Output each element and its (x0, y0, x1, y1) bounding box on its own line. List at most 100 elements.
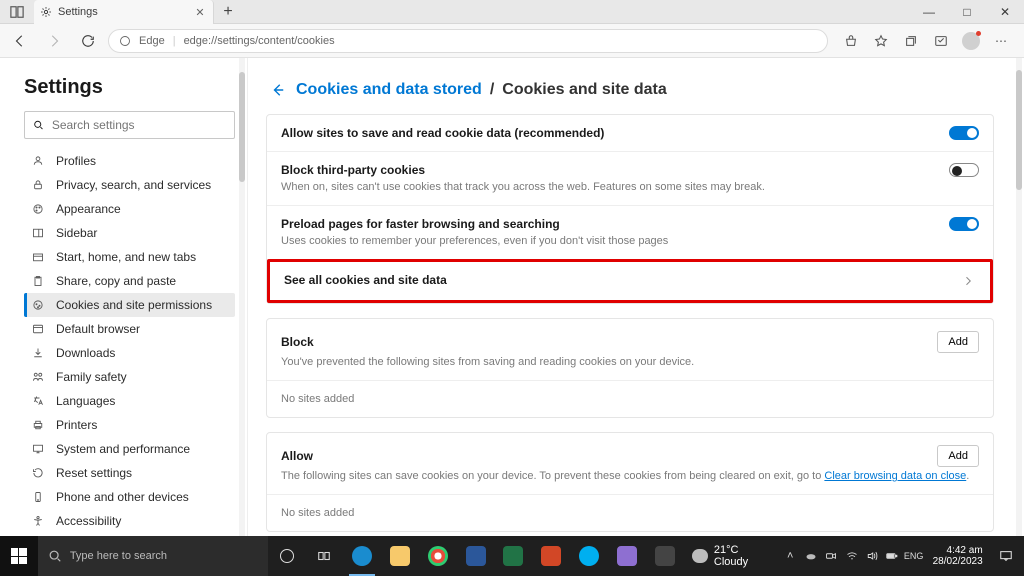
tray-chevron-icon[interactable]: ˄ (782, 550, 798, 562)
volume-icon[interactable] (864, 550, 880, 562)
wifi-icon[interactable] (843, 550, 859, 562)
url-path: edge://settings/content/cookies (184, 35, 335, 47)
sidebar-scrollbar[interactable] (239, 58, 245, 536)
taskbar-app-snip[interactable] (646, 536, 684, 576)
task-view-icon[interactable] (305, 536, 343, 576)
block-add-button[interactable]: Add (937, 331, 979, 353)
system-icon (30, 441, 46, 457)
browser-essentials-icon[interactable] (928, 28, 954, 54)
windows-taskbar: Type here to search 21°C Cloudy ˄ ENG 4:… (0, 536, 1024, 576)
taskbar-search[interactable]: Type here to search (38, 536, 268, 576)
main-scrollbar[interactable] (1016, 58, 1022, 536)
person-icon (30, 153, 46, 169)
tab-close-icon[interactable]: ✕ (193, 5, 207, 19)
battery-icon[interactable] (884, 550, 900, 562)
favorite-icon[interactable] (868, 28, 894, 54)
meet-now-icon[interactable] (823, 550, 839, 562)
breadcrumb-current: Cookies and site data (502, 81, 667, 99)
accessibility-icon (30, 513, 46, 529)
block-section-title: Block (281, 335, 314, 349)
allow-section-desc: The following sites can save cookies on … (267, 469, 993, 495)
tab-actions-icon[interactable] (0, 0, 34, 23)
allow-add-button[interactable]: Add (937, 445, 979, 467)
sidebar-item-phone[interactable]: Phone and other devices (24, 485, 235, 509)
search-engine-label: Edge (139, 35, 165, 47)
maximize-button[interactable]: □ (948, 0, 986, 23)
sidebar-item-share[interactable]: Share, copy and paste (24, 269, 235, 293)
sidebar-item-cookies[interactable]: Cookies and site permissions (24, 293, 235, 317)
system-tray: 21°C Cloudy ˄ ENG 4:42 am 28/02/2023 (684, 536, 1024, 576)
taskbar-app-powerpoint[interactable] (532, 536, 570, 576)
browser-tab[interactable]: Settings ✕ (34, 0, 214, 24)
weather-widget[interactable]: 21°C Cloudy (684, 536, 778, 576)
sidebar-item-system[interactable]: System and performance (24, 437, 235, 461)
breadcrumb-back-button[interactable] (268, 80, 288, 100)
more-menu-icon[interactable]: ⋯ (988, 28, 1014, 54)
family-icon (30, 369, 46, 385)
sidebar-item-downloads[interactable]: Downloads (24, 341, 235, 365)
sidebar-item-accessibility[interactable]: Accessibility (24, 509, 235, 533)
profile-avatar[interactable] (958, 28, 984, 54)
block-empty-label: No sites added (267, 381, 993, 417)
taskbar-app-explorer[interactable] (381, 536, 419, 576)
taskbar-app-word[interactable] (457, 536, 495, 576)
shop-icon[interactable] (838, 28, 864, 54)
cortana-icon[interactable] (268, 536, 306, 576)
sidebar-item-start[interactable]: Start, home, and new tabs (24, 245, 235, 269)
taskbar-app-screenshot[interactable] (608, 536, 646, 576)
see-all-cookies-row[interactable]: See all cookies and site data (270, 262, 990, 300)
breadcrumb-parent-link[interactable]: Cookies and data stored (296, 81, 482, 99)
setting-block-third-party: Block third-party cookies When on, sites… (267, 151, 993, 205)
onedrive-icon[interactable] (802, 550, 818, 562)
allow-sites-card: Allow Add The following sites can save c… (266, 432, 994, 532)
sidebar-item-profiles[interactable]: Profiles (24, 149, 235, 173)
toggle-block-third-party[interactable] (949, 163, 979, 177)
sidebar-title: Settings (24, 76, 235, 99)
browser-icon (30, 321, 46, 337)
back-button[interactable] (6, 27, 34, 55)
start-button[interactable] (0, 536, 38, 576)
sidebar-item-appearance[interactable]: Appearance (24, 197, 235, 221)
clipboard-icon (30, 273, 46, 289)
clear-browsing-link[interactable]: Clear browsing data on close (824, 470, 966, 482)
collections-icon[interactable] (898, 28, 924, 54)
block-section-desc: You've prevented the following sites fro… (267, 355, 993, 381)
reset-icon (30, 465, 46, 481)
toggle-preload-pages[interactable] (949, 217, 979, 231)
language-icon (30, 393, 46, 409)
taskbar-app-edge[interactable] (343, 536, 381, 576)
new-tab-button[interactable]: + (214, 0, 242, 23)
taskbar-clock[interactable]: 4:42 am 28/02/2023 (927, 545, 989, 567)
sidebar-item-printers[interactable]: Printers (24, 413, 235, 437)
url-field[interactable]: Edge | edge://settings/content/cookies (108, 29, 828, 53)
toggle-allow-save-read[interactable] (949, 126, 979, 140)
action-center-icon[interactable] (993, 549, 1020, 563)
chevron-right-icon (960, 273, 976, 289)
tab-title: Settings (58, 6, 98, 18)
taskbar-app-excel[interactable] (495, 536, 533, 576)
taskbar-app-chrome[interactable] (419, 536, 457, 576)
tab-icon (30, 249, 46, 265)
sidebar-item-languages[interactable]: Languages (24, 389, 235, 413)
sidebar-item-privacy[interactable]: Privacy, search, and services (24, 173, 235, 197)
close-window-button[interactable]: ✕ (986, 0, 1024, 23)
language-indicator[interactable]: ENG (905, 551, 923, 561)
sidebar-item-reset[interactable]: Reset settings (24, 461, 235, 485)
sidebar-item-sidebar[interactable]: Sidebar (24, 221, 235, 245)
taskbar-app-skype[interactable] (570, 536, 608, 576)
printer-icon (30, 417, 46, 433)
allow-section-title: Allow (281, 449, 313, 463)
search-icon (48, 549, 62, 563)
search-input[interactable] (52, 118, 226, 132)
refresh-button[interactable] (74, 27, 102, 55)
settings-search[interactable] (24, 111, 235, 139)
gear-icon (40, 6, 52, 18)
minimize-button[interactable]: — (910, 0, 948, 23)
forward-button (40, 27, 68, 55)
edge-icon (119, 35, 131, 47)
download-icon (30, 345, 46, 361)
toolbar-right: ⋯ (834, 28, 1018, 54)
allow-empty-label: No sites added (267, 495, 993, 531)
sidebar-item-family[interactable]: Family safety (24, 365, 235, 389)
sidebar-item-default-browser[interactable]: Default browser (24, 317, 235, 341)
